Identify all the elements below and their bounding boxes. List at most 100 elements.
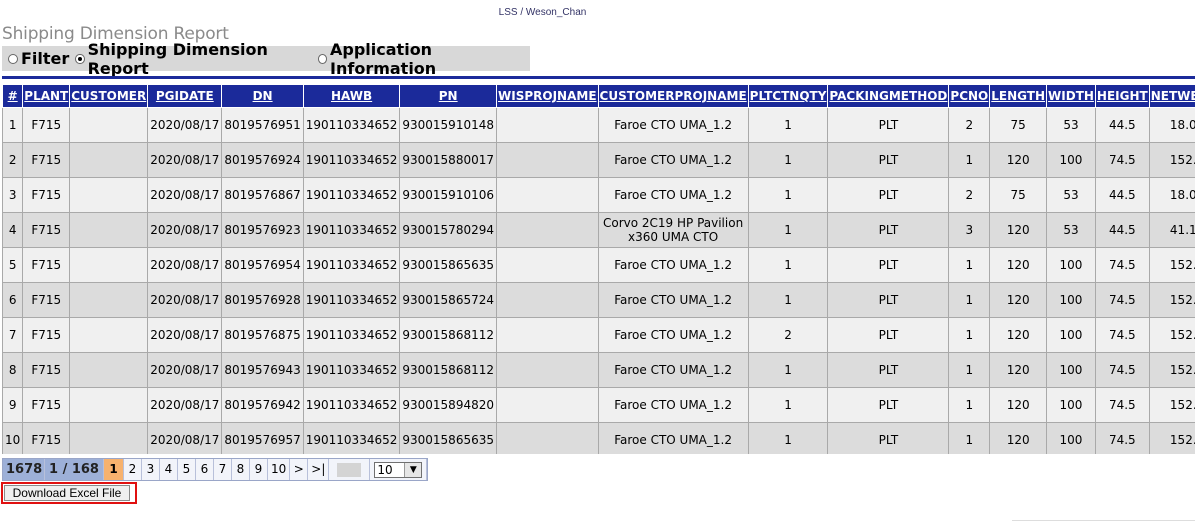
table-row[interactable]: 5 F715 2020/08/17 8019576954 190110334652 930… bbox=[2, 247, 1195, 283]
goto-page-field[interactable] bbox=[337, 462, 362, 477]
cell-height: 44.5 bbox=[1094, 107, 1150, 143]
cell-hawb: 190110334652 bbox=[302, 177, 401, 213]
page-link[interactable]: 6 bbox=[196, 459, 214, 480]
column-header-dn[interactable]: DN bbox=[221, 84, 304, 108]
table-row[interactable]: 10 F715 2020/08/17 8019576957 190110334652 93… bbox=[2, 422, 1195, 454]
table-row[interactable]: 9 F715 2020/08/17 8019576942 190110334652 930… bbox=[2, 387, 1195, 423]
cell-netweight: 152.34 bbox=[1148, 387, 1195, 423]
tab-shipping-dimension-report[interactable]: Shipping Dimension Report bbox=[75, 40, 311, 78]
table-row[interactable]: 3 F715 2020/08/17 8019576867 190110334652 930… bbox=[2, 177, 1195, 213]
cell-pcno: 3 bbox=[948, 212, 991, 248]
column-header-length[interactable]: LENGTH bbox=[989, 84, 1048, 108]
cell-width: 100 bbox=[1046, 352, 1096, 388]
cell-customerprojname: Faroe CTO UMA_1.2 bbox=[597, 282, 749, 318]
cell-length: 75 bbox=[989, 177, 1048, 213]
cell-pcno: 1 bbox=[948, 247, 991, 283]
page-size-select[interactable]: 10 ▼ bbox=[374, 461, 423, 478]
cell-hawb: 190110334652 bbox=[302, 317, 401, 353]
column-header-packingmethod[interactable]: PACKINGMETHOD bbox=[827, 84, 950, 108]
page-link[interactable]: 5 bbox=[178, 459, 196, 480]
cell-customer bbox=[69, 422, 149, 454]
cell-customer bbox=[69, 282, 149, 318]
column-header-row-number[interactable]: # bbox=[2, 84, 24, 108]
column-header-hawb[interactable]: HAWB bbox=[302, 84, 401, 108]
table-row[interactable]: 8 F715 2020/08/17 8019576943 190110334652 930… bbox=[2, 352, 1195, 388]
table-row[interactable]: 1 F715 2020/08/17 8019576951 190110334652 930… bbox=[2, 107, 1195, 143]
cell-hawb: 190110334652 bbox=[302, 352, 401, 388]
cell-pcno: 1 bbox=[948, 387, 991, 423]
cell-height: 74.5 bbox=[1094, 282, 1150, 318]
cell-customer bbox=[69, 247, 149, 283]
total-records: 1678 bbox=[3, 459, 45, 480]
column-header-netweight[interactable]: NETWEIGHT bbox=[1148, 84, 1195, 108]
page-link[interactable]: 8 bbox=[232, 459, 250, 480]
cell-packingmethod: PLT bbox=[827, 142, 950, 178]
page-link[interactable]: 9 bbox=[250, 459, 268, 480]
application-radio[interactable] bbox=[317, 53, 328, 64]
cell-width: 53 bbox=[1046, 177, 1096, 213]
cell-customer bbox=[69, 212, 149, 248]
cell-customerprojname: Faroe CTO UMA_1.2 bbox=[597, 317, 749, 353]
cell-dn: 8019576957 bbox=[221, 422, 304, 454]
goto-page-input[interactable] bbox=[329, 459, 371, 480]
cell-customerprojname: Faroe CTO UMA_1.2 bbox=[597, 387, 749, 423]
cell-netweight: 18.004 bbox=[1148, 177, 1195, 213]
column-header-width[interactable]: WIDTH bbox=[1046, 84, 1096, 108]
report-radio[interactable] bbox=[75, 53, 85, 64]
table-row[interactable]: 6 F715 2020/08/17 8019576928 190110334652 930… bbox=[2, 282, 1195, 318]
tab-application-information[interactable]: Application Information bbox=[317, 39, 524, 78]
column-header-pcno[interactable]: PCNO bbox=[948, 84, 991, 108]
cell-plant: F715 bbox=[22, 282, 71, 318]
column-header-pgidate[interactable]: PGIDATE bbox=[147, 84, 223, 108]
cell-row-number: 9 bbox=[2, 387, 24, 423]
table-row[interactable]: 4 F715 2020/08/17 8019576923 190110334652 930… bbox=[2, 212, 1195, 248]
download-excel-button[interactable]: Download Excel File bbox=[4, 485, 130, 501]
filter-radio[interactable] bbox=[8, 53, 18, 64]
cell-width: 100 bbox=[1046, 142, 1096, 178]
cell-row-number: 4 bbox=[2, 212, 24, 248]
cell-dn: 8019576923 bbox=[221, 212, 304, 248]
column-header-pltctnqty[interactable]: PLTCTNQTY bbox=[747, 84, 829, 108]
page-link[interactable]: 3 bbox=[142, 459, 160, 480]
table-row[interactable]: 2 F715 2020/08/17 8019576924 190110334652 930… bbox=[2, 142, 1195, 178]
cell-customerprojname: Faroe CTO UMA_1.2 bbox=[597, 422, 749, 454]
cell-pn: 930015910106 bbox=[399, 177, 497, 213]
cell-plant: F715 bbox=[22, 387, 71, 423]
table-row[interactable]: 7 F715 2020/08/17 8019576875 190110334652 930… bbox=[2, 317, 1195, 353]
cell-pltctnqty: 1 bbox=[747, 107, 829, 143]
column-header-customer[interactable]: CUSTOMER bbox=[69, 84, 149, 108]
column-header-plant[interactable]: PLANT bbox=[22, 84, 71, 108]
column-header-pn[interactable]: PN bbox=[399, 84, 497, 108]
cell-packingmethod: PLT bbox=[827, 422, 950, 454]
cell-length: 120 bbox=[989, 282, 1048, 318]
column-header-customerprojname[interactable]: CUSTOMERPROJNAME bbox=[597, 84, 749, 108]
page-link[interactable]: 7 bbox=[214, 459, 232, 480]
cell-length: 120 bbox=[989, 352, 1048, 388]
cell-packingmethod: PLT bbox=[827, 212, 950, 248]
cell-dn: 8019576954 bbox=[221, 247, 304, 283]
cell-plant: F715 bbox=[22, 317, 71, 353]
cell-row-number: 10 bbox=[2, 422, 24, 454]
cell-pgidate: 2020/08/17 bbox=[147, 317, 223, 353]
cell-row-number: 8 bbox=[2, 352, 24, 388]
cell-wisprojname bbox=[496, 142, 599, 178]
cell-hawb: 190110334652 bbox=[302, 282, 401, 318]
tab-filter[interactable]: Filter bbox=[8, 49, 69, 68]
chevron-down-icon[interactable]: ▼ bbox=[404, 462, 422, 477]
cell-wisprojname bbox=[496, 282, 599, 318]
column-header-height[interactable]: HEIGHT bbox=[1094, 84, 1150, 108]
next-page-button[interactable]: > bbox=[290, 459, 309, 480]
page-link[interactable]: 10 bbox=[268, 459, 291, 480]
page-link[interactable]: 2 bbox=[124, 459, 142, 480]
cell-plant: F715 bbox=[22, 352, 71, 388]
tab-report-label: Shipping Dimension Report bbox=[87, 39, 268, 78]
cell-pn: 930015780294 bbox=[399, 212, 497, 248]
cell-plant: F715 bbox=[22, 422, 71, 454]
cell-customer bbox=[69, 142, 149, 178]
page-size-value: 10 bbox=[377, 462, 393, 477]
tab-application-label: Application Information bbox=[330, 39, 437, 78]
cell-pltctnqty: 1 bbox=[747, 282, 829, 318]
column-header-wisprojname[interactable]: WISPROJNAME bbox=[496, 84, 599, 108]
page-link[interactable]: 4 bbox=[160, 459, 178, 480]
last-page-button[interactable]: >| bbox=[308, 459, 330, 480]
